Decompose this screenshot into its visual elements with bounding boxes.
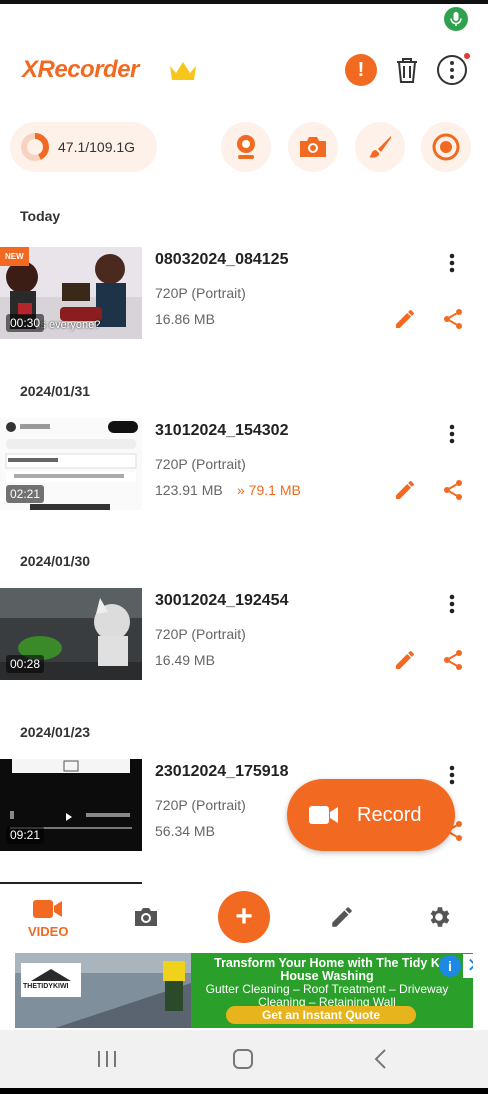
section-header: 2024/01/23 — [20, 724, 91, 740]
bottom-edge — [0, 1088, 488, 1094]
add-button[interactable]: + — [218, 891, 270, 943]
video-resolution: 720P (Portrait) — [155, 626, 246, 642]
video-thumbnail[interactable]: 02:21 — [0, 418, 142, 510]
video-size: 16.86 MB — [155, 311, 215, 327]
nav-video[interactable]: VIDEO — [28, 898, 68, 939]
video-duration: 00:30 — [6, 314, 45, 332]
more-vert-icon[interactable] — [442, 251, 462, 275]
video-item[interactable]: 00:28 30012024_192454 720P (Portrait) 16… — [0, 588, 488, 680]
brush-icon — [369, 136, 391, 158]
video-size: 56.34 MB — [155, 823, 215, 839]
notification-dot — [464, 53, 470, 59]
gear-icon — [430, 907, 450, 927]
video-camera-icon — [33, 900, 63, 918]
video-camera-icon — [309, 806, 338, 824]
compressed-size: » 79.1 MB — [237, 482, 301, 498]
ad-banner[interactable]: THETIDYKIWI Transform Your Home with The… — [15, 953, 473, 1028]
edit-icon[interactable] — [393, 648, 417, 672]
record-fab-label: Record — [357, 803, 422, 826]
screenshot-button[interactable] — [288, 122, 338, 172]
nav-edit[interactable] — [329, 904, 355, 930]
mic-icon — [444, 7, 468, 31]
record-fab[interactable]: Record — [287, 779, 455, 851]
video-duration: 00:28 — [6, 655, 45, 673]
ad-brand: THETIDYKIWI — [23, 983, 69, 990]
video-item[interactable]: NEW is everyone? 00:30 08032024_084125 7… — [0, 247, 488, 339]
video-resolution: 720P (Portrait) — [155, 285, 246, 301]
webcam-button[interactable] — [221, 122, 271, 172]
video-thumbnail[interactable]: 00:28 — [0, 588, 142, 680]
bottom-nav: VIDEO + — [0, 882, 488, 952]
ad-image[interactable]: THETIDYKIWI — [15, 953, 191, 1028]
nav-settings[interactable] — [426, 904, 452, 930]
alert-icon[interactable]: ! — [345, 54, 377, 86]
close-icon[interactable]: ✕ — [463, 954, 473, 978]
edit-icon[interactable] — [393, 307, 417, 331]
screen: XRecorder ! 47.1/109.1G Today 2024/01/31… — [0, 0, 488, 1094]
video-size: 16.49 MB — [155, 652, 215, 668]
video-duration: 09:21 — [6, 826, 45, 844]
status-bar — [0, 0, 488, 4]
video-thumbnail[interactable]: NEW is everyone? 00:30 — [0, 247, 142, 339]
nav-screenshot[interactable] — [133, 906, 159, 928]
record-button-small[interactable] — [421, 122, 471, 172]
trash-icon[interactable] — [391, 54, 423, 86]
webcam-icon — [237, 135, 255, 159]
app-logo: XRecorder — [22, 56, 139, 83]
edit-icon[interactable] — [393, 478, 417, 502]
screenshot-camera-icon — [300, 137, 326, 157]
video-filename: 23012024_175918 — [155, 763, 289, 780]
storage-text: 47.1/109.1G — [58, 139, 136, 155]
ad-cta-button[interactable]: Get an Instant Quote — [226, 1006, 416, 1024]
video-size: 123.91 MB — [155, 482, 223, 498]
more-vert-icon[interactable] — [442, 592, 462, 616]
brush-button[interactable] — [355, 122, 405, 172]
share-icon[interactable] — [441, 478, 465, 502]
nav-divider — [0, 882, 142, 884]
nav-video-label: VIDEO — [28, 924, 69, 939]
home-icon[interactable] — [232, 1048, 254, 1070]
camera-icon — [135, 908, 157, 926]
share-icon[interactable] — [441, 648, 465, 672]
thumb-caption: is everyone? — [38, 319, 101, 331]
section-header: Today — [20, 208, 61, 224]
video-thumbnail[interactable]: 09:21 — [0, 759, 142, 851]
info-icon[interactable]: i — [439, 955, 461, 977]
record-circle-icon — [432, 133, 460, 161]
share-icon[interactable] — [441, 307, 465, 331]
new-badge: NEW — [0, 247, 29, 266]
more-vert-icon[interactable] — [442, 422, 462, 446]
more-vert-icon[interactable] — [436, 54, 468, 86]
edit-icon — [332, 907, 352, 927]
section-header: 2024/01/31 — [20, 383, 91, 399]
system-nav-bar — [0, 1030, 488, 1088]
storage-indicator[interactable]: 47.1/109.1G — [10, 122, 157, 172]
video-resolution: 720P (Portrait) — [155, 456, 246, 472]
back-icon[interactable] — [372, 1048, 390, 1070]
ad-title: Transform Your Home with The Tidy K Hous… — [214, 956, 440, 983]
storage-ring-icon — [21, 133, 49, 161]
more-vert-icon[interactable] — [442, 763, 462, 787]
video-filename: 30012024_192454 — [155, 592, 289, 609]
section-header: 2024/01/30 — [20, 553, 91, 569]
video-filename: 31012024_154302 — [155, 422, 289, 439]
video-duration: 02:21 — [6, 485, 45, 503]
crown-icon[interactable] — [168, 58, 198, 84]
video-filename: 08032024_084125 — [155, 251, 289, 268]
video-item[interactable]: 02:21 31012024_154302 720P (Portrait) 12… — [0, 418, 488, 510]
video-resolution: 720P (Portrait) — [155, 797, 246, 813]
recents-icon[interactable] — [96, 1048, 118, 1070]
